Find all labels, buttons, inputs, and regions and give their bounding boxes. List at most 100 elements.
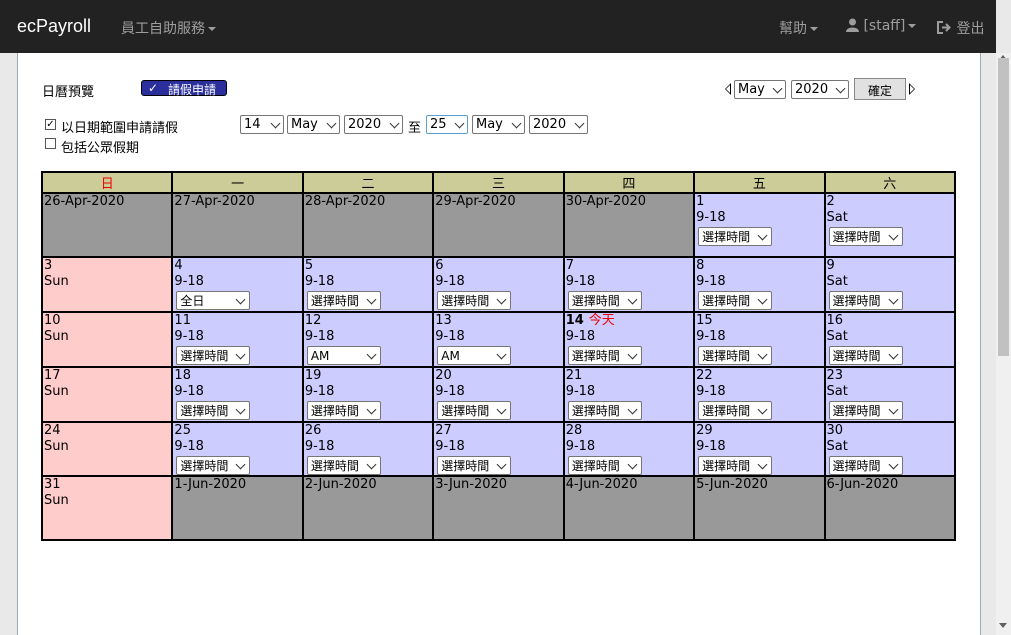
leave-time-select[interactable]: 選擇時間 (567, 346, 642, 365)
calendar-day-cell[interactable]: 25 9-18 選擇時間 (171, 421, 304, 477)
menu-self-service[interactable]: 員工自助服務 (121, 18, 216, 38)
day-date-label: 16 (826, 313, 954, 329)
leave-time-select[interactable]: 選擇時間 (828, 346, 903, 365)
day-date-text: 28 (565, 423, 583, 438)
nav-month-value: May (738, 82, 765, 97)
day-schedule-text: 9-18 (565, 384, 596, 399)
day-date-label: 23 (826, 368, 954, 384)
from-year-select[interactable]: 2020 (344, 115, 403, 134)
calendar-day-cell[interactable]: 20 9-18 選擇時間 (432, 366, 565, 423)
scroll-thumb[interactable] (998, 58, 1009, 356)
day-schedule-text: 9-18 (304, 439, 335, 454)
day-schedule-text: 9-18 (435, 384, 465, 399)
day-schedule-label: 9-18 (173, 274, 301, 290)
calendar-day-cell[interactable]: 1 9-18 選擇時間 (693, 192, 826, 258)
calendar-day-cell[interactable]: 18 9-18 選擇時間 (171, 366, 304, 423)
confirm-button[interactable]: 確定 (854, 78, 906, 100)
calendar-day-cell[interactable]: 29 9-18 選擇時間 (693, 421, 826, 477)
day-schedule-label: 9-18 (565, 274, 693, 290)
day-date-label: 29-Apr-2020 (434, 194, 562, 210)
use-range-checkbox[interactable]: ✓ (45, 119, 56, 130)
calendar-day-cell: 2-Jun-2020 (301, 475, 435, 541)
calendar-day-cell[interactable]: 26 9-18 選擇時間 (301, 421, 435, 477)
calendar-day-cell[interactable]: 11 9-18 選擇時間 (171, 311, 304, 368)
calendar-day-cell[interactable]: 21 9-18 選擇時間 (562, 366, 696, 423)
leave-apply-button[interactable]: ✓ 請假申請 (141, 80, 227, 97)
day-schedule-text: 9-18 (565, 439, 596, 454)
calendar-day-cell[interactable]: 6 9-18 選擇時間 (432, 256, 565, 313)
day-date-label: 27-Apr-2020 (173, 194, 301, 210)
calendar-day-cell[interactable]: 4 9-18 全日 (171, 256, 304, 313)
scroll-down-icon[interactable] (999, 623, 1007, 628)
leave-time-select[interactable]: 選擇時間 (306, 291, 381, 310)
weekday-header-sun: 日 (40, 171, 174, 194)
leave-time-select[interactable]: 選擇時間 (437, 456, 512, 475)
chevron-down-icon (574, 118, 585, 129)
leave-time-select[interactable]: 選擇時間 (698, 401, 773, 420)
nav-month-select[interactable]: May (734, 80, 786, 99)
calendar-day-cell[interactable]: 30 Sat 選擇時間 (823, 421, 957, 477)
to-month-select[interactable]: May (472, 115, 525, 134)
calendar-day-cell[interactable]: 13 9-18 AM (432, 311, 565, 368)
day-date-text: 20 (435, 368, 452, 383)
leave-time-select[interactable]: 全日 (176, 291, 251, 310)
leave-time-select[interactable]: AM (306, 346, 381, 365)
leave-time-select[interactable]: 選擇時間 (698, 456, 773, 475)
menu-logout[interactable]: 登出 (937, 18, 984, 38)
menu-user[interactable]: [staff] (846, 18, 917, 34)
from-month-select[interactable]: May (287, 115, 340, 134)
leave-time-value: 選擇時間 (571, 404, 620, 418)
calendar-day-cell: 26-Apr-2020 (40, 192, 174, 258)
leave-time-value: 選擇時間 (180, 404, 229, 418)
leave-time-select[interactable]: 選擇時間 (828, 456, 903, 475)
day-schedule-label: 9-18 (173, 329, 301, 345)
calendar-day-cell[interactable]: 28 9-18 選擇時間 (562, 421, 696, 477)
calendar-day-cell[interactable]: 5 9-18 選擇時間 (301, 256, 435, 313)
calendar-day-cell[interactable]: 2 Sat 選擇時間 (823, 192, 957, 258)
day-date-label: 18 (173, 368, 301, 384)
calendar-day-cell[interactable]: 19 9-18 選擇時間 (301, 366, 435, 423)
leave-time-select[interactable]: 選擇時間 (567, 401, 642, 420)
nav-year-select[interactable]: 2020 (791, 80, 849, 99)
leave-time-select[interactable]: 選擇時間 (698, 291, 773, 310)
leave-time-select[interactable]: 選擇時間 (176, 456, 251, 475)
day-date-label: 26-Apr-2020 (43, 194, 171, 210)
leave-time-select[interactable]: 選擇時間 (828, 401, 903, 420)
to-day-select[interactable]: 25 (426, 115, 468, 134)
day-date-label: 22 (695, 368, 823, 384)
calendar-day-cell[interactable]: 27 9-18 選擇時間 (432, 421, 565, 477)
leave-time-select[interactable]: 選擇時間 (437, 291, 512, 310)
calendar-day-cell[interactable]: 22 9-18 選擇時間 (693, 366, 826, 423)
leave-time-select[interactable]: 選擇時間 (828, 291, 903, 310)
leave-time-select[interactable]: AM (437, 346, 512, 365)
day-schedule-label: Sat (826, 384, 954, 400)
calendar-day-cell[interactable]: 15 9-18 選擇時間 (693, 311, 826, 368)
calendar-day-cell[interactable]: 12 9-18 AM (301, 311, 435, 368)
include-holidays-checkbox[interactable] (45, 138, 56, 149)
calendar-day-cell[interactable]: 8 9-18 選擇時間 (693, 256, 826, 313)
leave-time-select[interactable]: 選擇時間 (567, 291, 642, 310)
vertical-scrollbar[interactable] (996, 53, 1011, 635)
leave-time-value: 選擇時間 (571, 349, 620, 363)
calendar-day-cell[interactable]: 16 Sat 選擇時間 (823, 311, 957, 368)
day-date-text: 4 (174, 258, 183, 273)
calendar-day-cell[interactable]: 7 9-18 選擇時間 (562, 256, 696, 313)
from-day-select[interactable]: 14 (240, 115, 284, 134)
leave-time-value: 選擇時間 (441, 294, 490, 308)
leave-time-select[interactable]: 選擇時間 (437, 401, 512, 420)
leave-time-select[interactable]: 選擇時間 (176, 346, 251, 365)
leave-time-select[interactable]: 選擇時間 (698, 346, 773, 365)
leave-time-select[interactable]: 選擇時間 (176, 401, 251, 420)
calendar-day-cell: 4-Jun-2020 (562, 475, 696, 541)
leave-time-select[interactable]: 選擇時間 (306, 401, 381, 420)
leave-time-select[interactable]: 選擇時間 (698, 227, 773, 246)
to-year-select[interactable]: 2020 (529, 115, 588, 134)
calendar-day-cell[interactable]: 9 Sat 選擇時間 (823, 256, 957, 313)
leave-time-select[interactable]: 選擇時間 (567, 456, 642, 475)
calendar-day-cell[interactable]: 23 Sat 選擇時間 (823, 366, 957, 423)
brand-logo[interactable]: ecPayroll (17, 16, 91, 37)
leave-time-select[interactable]: 選擇時間 (828, 227, 903, 246)
calendar-day-cell[interactable]: 14 今天 9-18 選擇時間 (562, 311, 696, 368)
menu-help[interactable]: 幫助 (779, 18, 818, 38)
leave-time-select[interactable]: 選擇時間 (306, 456, 381, 475)
